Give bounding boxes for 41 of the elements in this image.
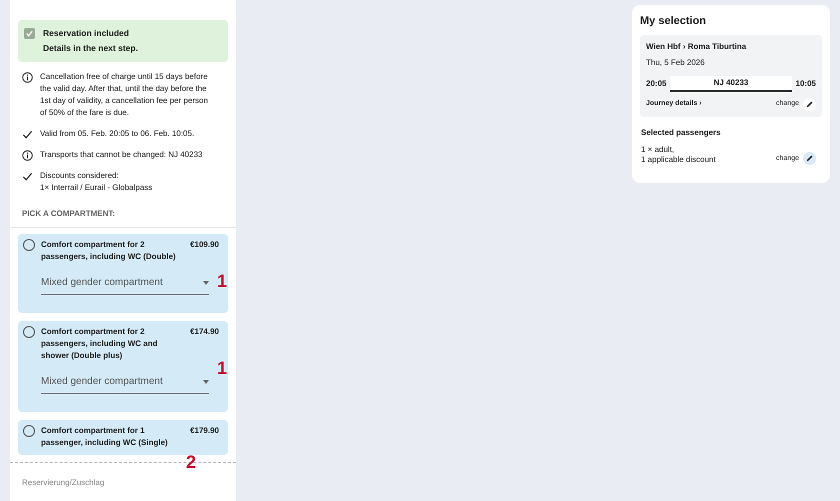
edit-icon[interactable]	[803, 152, 816, 164]
condition-text: Discounts considered: 1× Interrail / Eurail - Globalpass	[40, 170, 154, 194]
reservation-title: Reservation included	[43, 27, 130, 40]
train-number: NJ 40233	[670, 76, 792, 92]
compartment-card[interactable]: Comfort compartment for 2 passengers, including WC (Double) €109.90 Mixed gender compartment 1	[18, 234, 228, 313]
caret-icon	[203, 280, 209, 284]
annotation-number: 1	[216, 272, 227, 290]
gender-dropdown[interactable]: Mixed gender compartment	[41, 275, 209, 295]
compartment-card[interactable]: Comfort compartment for 1 passenger, including WC (Single) €179.90	[18, 420, 228, 455]
section-label: Reservierung/Zuschlag	[22, 478, 104, 487]
condition-text: Transports that cannot be changed: NJ 40233	[40, 149, 204, 161]
annotation-number: 1	[216, 359, 227, 377]
gender-dropdown[interactable]: Mixed gender compartment	[41, 374, 209, 394]
compartment-title: Comfort compartment for 2 passengers, including WC (Double)	[41, 239, 177, 263]
info-icon	[22, 72, 33, 83]
checkmark-icon	[22, 171, 33, 182]
annotation-number: 2	[186, 453, 196, 471]
journey-date: Thu, 5 Feb 2026	[646, 56, 706, 68]
compartment-price: €174.90	[190, 326, 219, 338]
compartment-card[interactable]: Comfort compartment for 2 passengers, including WC and shower (Double plus) €174.90 Mixed gender compartment 1	[18, 321, 228, 412]
arrival-time: 10:05	[796, 78, 816, 90]
section-heading: Selected passengers	[640, 126, 722, 138]
compartment-price: €109.90	[190, 239, 219, 251]
compartment-title: Comfort compartment for 2 passengers, including WC and shower (Double plus)	[41, 326, 158, 362]
checkmark-icon	[22, 129, 33, 140]
condition-text: Cancellation free of charge until 15 days before the valid day. After that, until the day before the 1st day of validity, a cancellation fee per person of 50% of the fare is due.	[40, 71, 209, 119]
edit-icon[interactable]	[803, 98, 816, 110]
departure-time: 20:05	[646, 78, 666, 90]
info-icon	[22, 150, 33, 161]
compartment-price: €179.90	[190, 425, 219, 437]
compartment-title: Comfort compartment for 1 passenger, including WC (Single)	[41, 425, 169, 449]
reservation-subtitle: Details in the next step.	[43, 42, 138, 55]
radio-button[interactable]	[23, 239, 35, 251]
condition-text: Valid from 05. Feb. 20:05 to 06. Feb. 10:05.	[40, 128, 196, 140]
card-title: My selection	[640, 14, 708, 29]
radio-button[interactable]	[23, 425, 35, 437]
radio-button[interactable]	[23, 326, 35, 338]
passenger-summary: 1 × adult, 1 applicable discount	[641, 144, 716, 164]
section-heading: PICK A COMPARTMENT:	[21, 208, 116, 220]
caret-icon	[203, 380, 209, 384]
route-text: Wien Hbf › Roma Tiburtina	[646, 40, 748, 52]
